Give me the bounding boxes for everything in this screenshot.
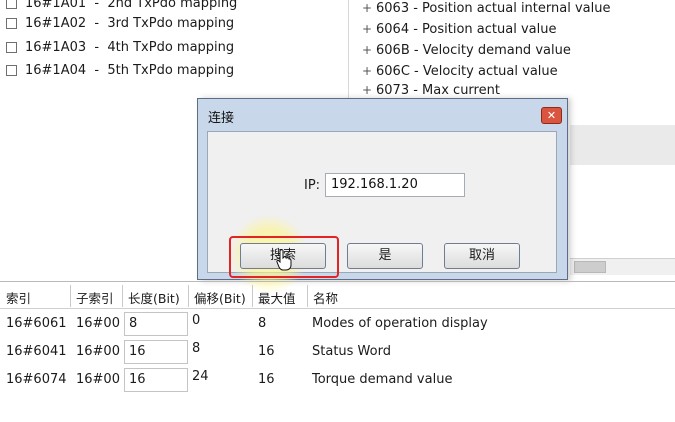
pdo-item-label: 16#1A04 - 5th TxPdo mapping — [25, 62, 235, 78]
object-item-label: 606B - Velocity demand value — [376, 42, 571, 58]
cell-max[interactable]: 16 — [258, 372, 275, 387]
table-top-border — [0, 281, 675, 282]
cell-name[interactable]: Torque demand value — [312, 372, 452, 387]
object-item[interactable]: + 6064 - Position actual value — [362, 19, 556, 39]
object-item[interactable]: + 606C - Velocity actual value — [362, 61, 558, 81]
cancel-button[interactable]: 取消 — [444, 243, 520, 269]
pdo-item[interactable]: 16#1A03 - 4th TxPdo mapping — [6, 37, 234, 57]
cell-name[interactable]: Status Word — [312, 344, 391, 359]
column-header-length[interactable]: 长度(Bit) — [128, 288, 180, 307]
pdo-checkbox[interactable] — [6, 0, 17, 9]
column-divider[interactable] — [252, 285, 253, 307]
length-input[interactable]: 16 — [124, 368, 188, 392]
cell-index[interactable]: 16#6061 — [6, 316, 67, 331]
ip-address-input[interactable]: 192.168.1.20 — [325, 173, 465, 197]
expand-plus-icon[interactable]: + — [362, 83, 376, 97]
cell-index[interactable]: 16#6074 — [6, 372, 67, 387]
object-item[interactable]: + 6063 - Position actual internal value — [362, 0, 610, 18]
cell-subindex[interactable]: 16#00 — [76, 372, 120, 387]
expand-plus-icon[interactable]: + — [362, 64, 376, 78]
length-input[interactable]: 8 — [124, 312, 188, 336]
expand-plus-icon[interactable]: + — [362, 22, 376, 36]
header-divider — [0, 308, 675, 309]
column-divider[interactable] — [70, 285, 71, 307]
pdo-item-label: 16#1A01 - 2nd TxPdo mapping — [25, 0, 238, 11]
object-list-empty-area — [570, 125, 675, 165]
object-item-label: 6073 - Max current — [376, 82, 500, 98]
pdo-item[interactable]: 16#1A01 - 2nd TxPdo mapping — [6, 0, 237, 13]
pdo-checkbox[interactable] — [6, 17, 17, 29]
column-header-name[interactable]: 名称 — [313, 288, 338, 307]
cell-name[interactable]: Modes of operation display — [312, 316, 488, 331]
pdo-item-label: 16#1A03 - 4th TxPdo mapping — [25, 39, 235, 55]
column-header-subindex[interactable]: 子索引 — [76, 288, 114, 307]
cell-max[interactable]: 8 — [258, 316, 266, 331]
cell-offset[interactable]: 0 — [192, 313, 200, 328]
column-header-offset[interactable]: 偏移(Bit) — [194, 288, 246, 307]
column-divider[interactable] — [307, 285, 308, 307]
object-item-label: 606C - Velocity actual value — [376, 63, 558, 79]
object-item[interactable]: + 6073 - Max current — [362, 80, 500, 100]
object-item-label: 6063 - Position actual internal value — [376, 0, 611, 16]
pdo-item-label: 16#1A02 - 3rd TxPdo mapping — [25, 15, 235, 31]
column-divider[interactable] — [122, 285, 123, 307]
txpdo-list: 16#1A01 - 2nd TxPdo mapping 16#1A02 - 3r… — [0, 0, 345, 85]
pdo-checkbox[interactable] — [6, 41, 17, 53]
expand-plus-icon[interactable]: + — [362, 1, 376, 15]
cell-index[interactable]: 16#6041 — [6, 344, 67, 359]
column-header-index[interactable]: 索引 — [6, 288, 31, 307]
dialog-title: 连接 — [208, 111, 235, 126]
ip-label: IP: — [304, 178, 321, 193]
scrollbar-thumb[interactable] — [574, 261, 606, 273]
column-divider[interactable] — [188, 285, 189, 307]
expand-plus-icon[interactable]: + — [362, 43, 376, 57]
close-icon[interactable]: ✕ — [541, 107, 562, 124]
object-item[interactable]: + 606B - Velocity demand value — [362, 40, 571, 60]
column-header-max[interactable]: 最大值 — [258, 288, 296, 307]
yes-button[interactable]: 是 — [347, 243, 423, 269]
cell-offset[interactable]: 24 — [192, 369, 209, 384]
length-input[interactable]: 16 — [124, 340, 188, 364]
pdo-item[interactable]: 16#1A02 - 3rd TxPdo mapping — [6, 13, 234, 33]
cell-max[interactable]: 16 — [258, 344, 275, 359]
object-item-label: 6064 - Position actual value — [376, 21, 557, 37]
pdo-checkbox[interactable] — [6, 64, 17, 76]
hand-cursor-icon — [276, 249, 292, 275]
cell-subindex[interactable]: 16#00 — [76, 344, 120, 359]
cell-subindex[interactable]: 16#00 — [76, 316, 120, 331]
pdo-item[interactable]: 16#1A04 - 5th TxPdo mapping — [6, 60, 234, 80]
cell-offset[interactable]: 8 — [192, 341, 200, 356]
